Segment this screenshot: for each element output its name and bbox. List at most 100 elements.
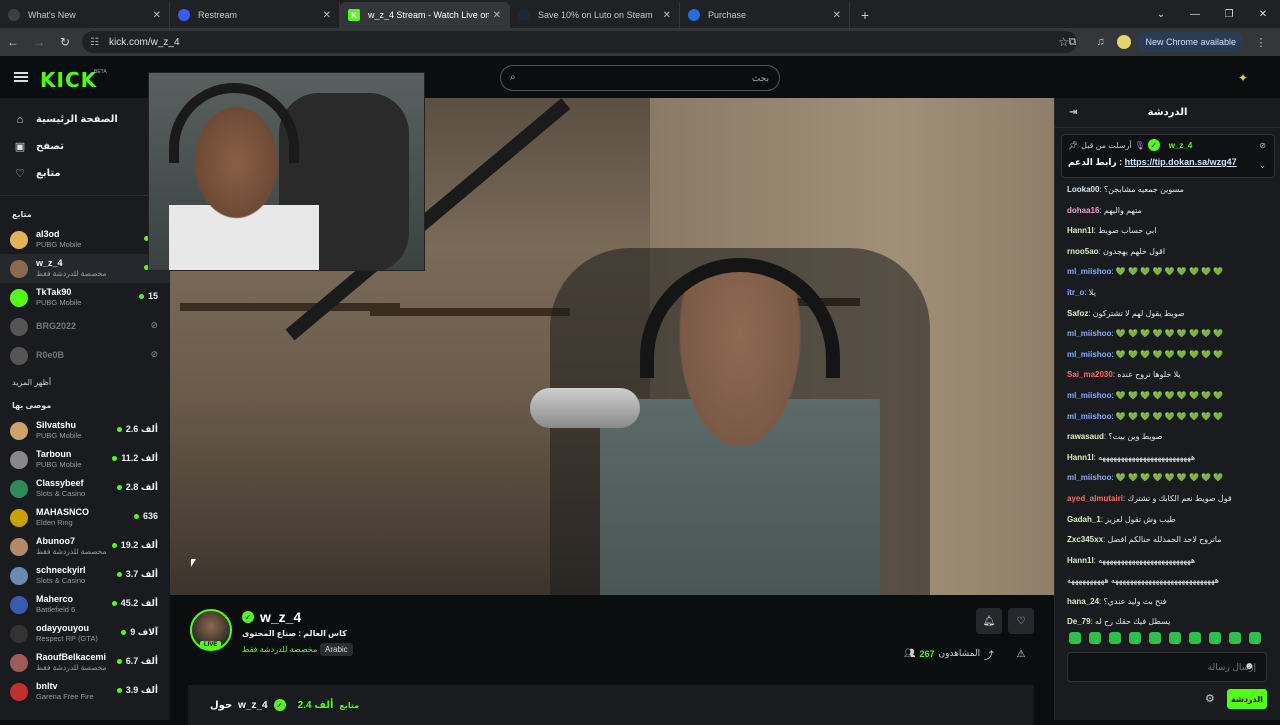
chat-username[interactable]: Hann1l xyxy=(1067,556,1094,565)
reload-icon[interactable]: ↻ xyxy=(52,29,78,55)
emote-icon[interactable] xyxy=(1189,632,1201,644)
chat-username[interactable]: itr_o xyxy=(1067,288,1084,297)
close-tab-icon[interactable]: ✕ xyxy=(153,10,161,21)
report-icon[interactable]: ⚠ xyxy=(1008,641,1034,667)
close-tab-icon[interactable]: ✕ xyxy=(663,10,671,21)
browser-tab[interactable]: Restream ✕ xyxy=(170,2,340,28)
channel-category: Garena Free Fire xyxy=(36,692,94,701)
unpin-icon[interactable]: ⊘ xyxy=(1259,141,1266,150)
stream-category[interactable]: مخصصة للدردشة فقط xyxy=(242,645,317,654)
chat-username[interactable]: ml_miishoo xyxy=(1067,473,1111,482)
sidebar-channel[interactable]: Tarboun PUBG Mobile 11.2 ألف xyxy=(0,445,170,474)
offline-icon: ⊘ xyxy=(150,349,158,359)
chat-username[interactable]: dohaa16 xyxy=(1067,206,1099,215)
chat-username[interactable]: Sai_ma2030 xyxy=(1067,370,1113,379)
emote-icon[interactable] xyxy=(1229,632,1241,644)
address-bar[interactable]: ☷ kick.com/w_z_4 ☆ xyxy=(82,31,1077,53)
chat-text: ابي حساب صويط xyxy=(1098,226,1157,236)
sidebar-channel[interactable]: bnltv Garena Free Fire 3.9 ألف xyxy=(0,677,170,706)
site-settings-icon[interactable]: ☷ xyxy=(90,37,99,48)
emote-icon[interactable] xyxy=(1149,632,1161,644)
browser-tab[interactable]: Kw_z_4 Stream - Watch Live on Kick ✕ xyxy=(340,2,510,28)
emote-icon[interactable] xyxy=(1249,632,1261,644)
pinned-link[interactable]: https://tip.dokan.sa/wzg47 xyxy=(1125,157,1237,167)
browser-tab[interactable]: Save 10% on Luto on Steam ✕ xyxy=(510,2,680,28)
restore-icon[interactable]: ❐ xyxy=(1212,0,1246,28)
follow-heart-icon[interactable]: ♡ xyxy=(1008,608,1034,634)
chat-username[interactable]: Zxc345xx xyxy=(1067,535,1103,544)
minimize-icon[interactable]: — xyxy=(1178,0,1212,28)
sidebar-channel[interactable]: TkTak90 PUBG Mobile 15 xyxy=(0,283,170,312)
sidebar-channel[interactable]: w_z_4مخصصة للدردشة فقط2 xyxy=(0,254,170,283)
chat-username[interactable]: Hann1l xyxy=(1067,453,1094,462)
hamburger-icon[interactable] xyxy=(14,72,28,82)
search-placeholder: بحث xyxy=(751,72,769,83)
show-more-link[interactable]: أظهر المزيد xyxy=(0,370,170,395)
forward-icon[interactable]: → xyxy=(26,29,52,55)
chat-username[interactable]: ml_miishoo xyxy=(1067,412,1111,421)
emote-icon[interactable] xyxy=(1069,632,1081,644)
chat-username[interactable]: ml_miishoo xyxy=(1067,391,1111,400)
share-icon[interactable]: ⤴ xyxy=(976,641,1002,667)
chat-username[interactable]: Safoz xyxy=(1067,309,1088,318)
pinned-user[interactable]: w_z_4 xyxy=(1169,141,1193,150)
search-input[interactable]: بحث ⌕ xyxy=(500,65,780,91)
send-chat-button[interactable]: الدردشة xyxy=(1227,689,1267,709)
chat-username[interactable]: De_79 xyxy=(1067,617,1091,626)
emote-icon[interactable] xyxy=(1129,632,1141,644)
sidebar-nav-item[interactable]: ⌂ الصفحة الرئيسية xyxy=(0,106,170,133)
browser-tab[interactable]: Purchase ✕ xyxy=(680,2,850,28)
media-icon[interactable]: ♫ xyxy=(1089,31,1111,53)
sidebar-channel[interactable]: RaoufBelkacemi مخصصة للدردشة فقط 6.7 ألف xyxy=(0,648,170,677)
sidebar-channel[interactable]: MAHASNCO Elden Ring 636 xyxy=(0,503,170,532)
chat-username[interactable]: ml_miishoo xyxy=(1067,350,1111,359)
sidebar-channel[interactable]: al3odPUBG Mobile6 xyxy=(0,225,170,254)
language-tag[interactable]: Arabic xyxy=(320,643,353,656)
new-tab-button[interactable]: + xyxy=(854,4,876,26)
close-tab-icon[interactable]: ✕ xyxy=(323,10,331,21)
sidebar-nav-item[interactable]: ♡ متابع xyxy=(0,160,170,187)
chat-username[interactable]: ml_miishoo xyxy=(1067,267,1111,276)
user-menu-icon[interactable]: ✦ xyxy=(1238,71,1248,85)
sidebar-channel[interactable]: Maherco Battlefield 6 45.2 ألف xyxy=(0,590,170,619)
chat-username[interactable]: Gadah_1 xyxy=(1067,515,1101,524)
chat-username[interactable]: ayed_almutairi xyxy=(1067,494,1123,503)
collapse-chat-icon[interactable]: ⇥ xyxy=(1069,107,1077,118)
profile-avatar[interactable] xyxy=(1117,35,1132,49)
sidebar-channel[interactable]: Silvatshu PUBG Mobile 2.6 ألف xyxy=(0,416,170,445)
close-tab-icon[interactable]: ✕ xyxy=(493,10,501,21)
chat-text: يلا xyxy=(1088,287,1096,297)
close-icon[interactable]: ✕ xyxy=(1246,0,1280,28)
gear-icon[interactable]: ⚙ xyxy=(1205,692,1215,705)
chat-username[interactable]: Hann1l xyxy=(1067,226,1094,235)
chat-input[interactable]: إرسال رسالة ☻ xyxy=(1067,652,1267,682)
sidebar-nav-item[interactable]: ▣ تصفح xyxy=(0,133,170,160)
back-icon[interactable]: ← xyxy=(0,29,26,55)
new-chrome-button[interactable]: New Chrome available xyxy=(1137,32,1244,52)
sidebar-channel[interactable]: BRG2022 ⊘ xyxy=(0,312,170,341)
emote-icon[interactable] xyxy=(1169,632,1181,644)
chat-username[interactable]: rnoo5ao xyxy=(1067,247,1099,256)
channel-name[interactable]: ✓ w_z_4 xyxy=(242,609,301,625)
menu-icon[interactable]: ⋮ xyxy=(1250,31,1272,53)
sidebar-channel[interactable]: schneckyirl Slots & Casino 3.7 ألف xyxy=(0,561,170,590)
extensions-icon[interactable]: ⧉ xyxy=(1061,31,1083,53)
close-tab-icon[interactable]: ✕ xyxy=(833,10,841,21)
chevron-down-icon[interactable]: ⌄ xyxy=(1144,0,1178,28)
notification-bell-icon[interactable]: 🔔︎ xyxy=(976,608,1002,634)
sidebar-channel[interactable]: Abunoo7 مخصصة للدردشة فقط 19.2 ألف xyxy=(0,532,170,561)
emoji-icon[interactable]: ☻ xyxy=(1244,661,1255,672)
sidebar-channel[interactable]: Classybeef Slots & Casino 2.8 ألف xyxy=(0,474,170,503)
browser-tab[interactable]: What's New ✕ xyxy=(0,2,170,28)
emote-icon[interactable] xyxy=(1089,632,1101,644)
chat-username[interactable]: hana_24 xyxy=(1067,597,1099,606)
chat-username[interactable]: ml_miishoo xyxy=(1067,329,1111,338)
chat-username[interactable]: rawasaud xyxy=(1067,432,1104,441)
emote-icon[interactable] xyxy=(1209,632,1221,644)
sidebar-channel[interactable]: odayyouyou Respect RP (GTA) 9 آلاف xyxy=(0,619,170,648)
chevron-down-icon[interactable]: ⌄ xyxy=(1259,161,1266,170)
kick-logo[interactable]: KICK xyxy=(40,68,97,92)
sidebar-channel[interactable]: R0e0B ⊘ xyxy=(0,341,170,370)
emote-icon[interactable] xyxy=(1109,632,1121,644)
chat-username[interactable]: Looka00 xyxy=(1067,185,1099,194)
